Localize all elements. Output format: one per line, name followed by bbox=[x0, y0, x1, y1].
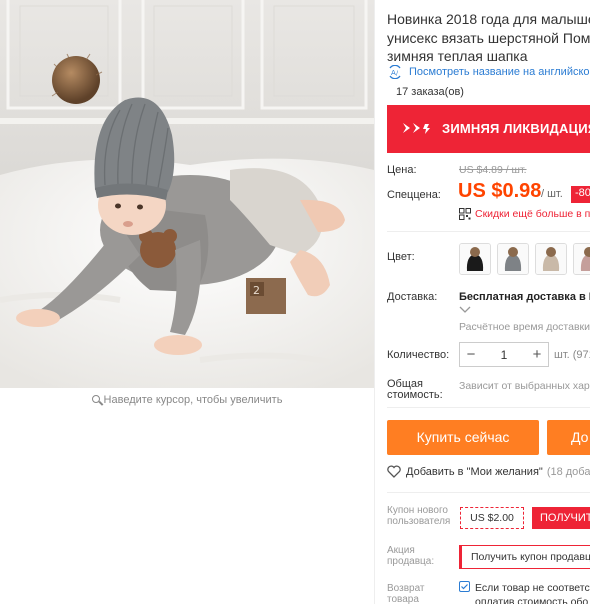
coupon-amount: US $2.00 bbox=[460, 507, 524, 529]
buy-now-button[interactable]: Купить сейчас bbox=[387, 420, 539, 455]
color-swatch-beige[interactable] bbox=[535, 243, 567, 275]
quantity-label: Количество: bbox=[387, 349, 450, 361]
total-cost-value: Зависит от выбранных хар bbox=[459, 380, 590, 392]
translate-icon: A / bbox=[389, 65, 401, 79]
qr-code-icon bbox=[459, 208, 471, 220]
get-coupon-button[interactable]: ПОЛУЧИТ bbox=[532, 507, 590, 529]
search-icon bbox=[91, 395, 100, 403]
discount-badge: -80 bbox=[571, 186, 590, 203]
translate-title-link[interactable]: A / Посмотреть название на английско bbox=[387, 65, 590, 79]
svg-text:/: / bbox=[396, 70, 399, 77]
zoom-hint: Наведите курсор, чтобы увеличить bbox=[0, 394, 374, 406]
returns-label: Возврат товара bbox=[387, 583, 425, 604]
delivery-label: Доставка: bbox=[387, 291, 438, 303]
add-to-cart-button[interactable]: До bbox=[547, 420, 590, 455]
returns-info: Если товар не соответст оплатив стоимост… bbox=[459, 581, 590, 604]
current-price: US $0.98 bbox=[458, 180, 542, 202]
product-image[interactable]: 2 bbox=[0, 0, 374, 388]
price-label: Цена: bbox=[387, 164, 417, 176]
delivery-time: Расчётное время доставки bbox=[459, 321, 590, 333]
quantity-available: шт. (971 bbox=[554, 349, 590, 361]
promo-banner-text: ЗИМНЯЯ ЛИКВИДАЦИЯ bbox=[442, 121, 590, 136]
price-unit: / шт. bbox=[541, 188, 563, 200]
svg-text:2: 2 bbox=[253, 284, 260, 297]
quantity-stepper: − 1 + bbox=[459, 342, 549, 367]
quantity-input[interactable]: 1 bbox=[482, 348, 526, 362]
column-divider bbox=[374, 0, 375, 604]
divider bbox=[387, 407, 590, 408]
total-cost-label: Общая стоимость: bbox=[387, 378, 443, 401]
orders-count: 17 заказа(ов) bbox=[396, 86, 464, 98]
add-to-wishlist[interactable]: Добавить в "Мои желания" (18 добав bbox=[387, 465, 590, 478]
lightning-icon bbox=[403, 123, 430, 134]
divider bbox=[387, 492, 590, 493]
product-title: Новинка 2018 года для малышей унисекс вя… bbox=[387, 11, 590, 64]
quantity-decrease-button[interactable]: − bbox=[460, 346, 482, 363]
new-user-coupon-label: Купон нового пользователя bbox=[387, 505, 451, 527]
promo-banner[interactable]: ЗИМНЯЯ ЛИКВИДАЦИЯ bbox=[387, 105, 590, 153]
divider bbox=[387, 231, 590, 232]
wishlist-count: (18 добав bbox=[546, 465, 590, 478]
app-discount-link[interactable]: Скидки ещё больше в п bbox=[459, 208, 590, 220]
delivery-option[interactable]: Бесплатная доставка в Ru bbox=[459, 291, 590, 303]
seller-promo-label: Акция продавца: bbox=[387, 545, 435, 567]
chevron-down-icon[interactable] bbox=[459, 306, 471, 314]
heart-icon bbox=[387, 465, 401, 478]
special-price-label: Спеццена: bbox=[387, 189, 441, 201]
get-seller-coupon-button[interactable]: Получить купон продавц bbox=[459, 545, 590, 569]
color-label: Цвет: bbox=[387, 251, 415, 263]
color-swatch-black[interactable] bbox=[459, 243, 491, 275]
color-swatch-grey[interactable] bbox=[497, 243, 529, 275]
color-swatch-pink[interactable] bbox=[573, 243, 590, 275]
old-price: US $4.89 / шт. bbox=[459, 164, 527, 176]
product-details: Новинка 2018 года для малышей унисекс вя… bbox=[374, 0, 590, 604]
quantity-increase-button[interactable]: + bbox=[526, 346, 548, 363]
shield-icon bbox=[459, 581, 470, 592]
